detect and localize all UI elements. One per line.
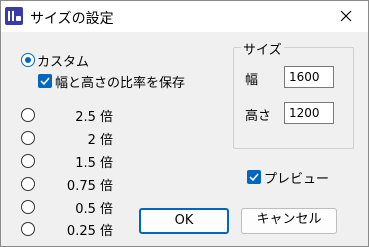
height-label: 高さ <box>245 109 272 124</box>
radio-button[interactable] <box>21 131 35 145</box>
radio-custom-label: カスタム <box>37 54 90 70</box>
scale-label: 2 倍 <box>87 132 113 148</box>
height-input[interactable]: 1200 <box>284 102 334 124</box>
scale-label: 2.5 倍 <box>75 109 113 125</box>
checkmark-icon <box>249 173 259 182</box>
radio-scale-0-25[interactable]: 0.25 倍 <box>21 220 113 239</box>
width-label: 幅 <box>245 73 259 88</box>
title-bar: サイズの設定 <box>1 1 368 32</box>
width-input[interactable]: 1600 <box>284 66 334 88</box>
radio-button[interactable] <box>21 177 35 191</box>
radio-scale-0-5[interactable]: 0.5 倍 <box>21 198 113 217</box>
keep-ratio-label: 幅と高さの比率を保存 <box>55 75 186 91</box>
size-group-box <box>233 47 354 149</box>
ok-button[interactable]: OK <box>139 208 229 234</box>
cancel-button[interactable]: キャンセル <box>241 208 337 234</box>
checkbox-checked[interactable] <box>247 170 261 184</box>
scale-label: 1.5 倍 <box>75 155 113 171</box>
radio-button-selected[interactable] <box>21 53 35 67</box>
dialog-body: カスタム 幅と高さの比率を保存 2.5 倍 2 倍 1.5 倍 0.75 倍 0… <box>1 32 368 246</box>
checkbox-checked[interactable] <box>38 74 52 88</box>
preview-label: プレビュー <box>264 171 330 187</box>
radio-scale-0-75[interactable]: 0.75 倍 <box>21 175 113 194</box>
close-icon <box>340 10 352 22</box>
dialog-title: サイズの設定 <box>30 11 114 27</box>
size-settings-dialog: サイズの設定 カスタム 幅と高さの比率を保存 2.5 倍 2 倍 1.5 倍 0… <box>0 0 369 247</box>
checkbox-preview[interactable]: プレビュー <box>247 168 330 187</box>
close-button[interactable] <box>324 1 368 32</box>
radio-button[interactable] <box>21 200 35 214</box>
radio-button[interactable] <box>21 222 35 236</box>
radio-scale-2[interactable]: 2 倍 <box>21 129 113 148</box>
radio-button[interactable] <box>21 154 35 168</box>
radio-button[interactable] <box>21 108 35 122</box>
radio-custom[interactable]: カスタム <box>21 51 90 70</box>
checkmark-icon <box>40 77 50 86</box>
radio-scale-2-5[interactable]: 2.5 倍 <box>21 106 113 125</box>
checkbox-keep-ratio[interactable]: 幅と高さの比率を保存 <box>38 72 186 91</box>
app-icon <box>5 7 23 25</box>
size-group-title: サイズ <box>241 39 284 58</box>
scale-label: 0.75 倍 <box>66 178 113 194</box>
radio-scale-1-5[interactable]: 1.5 倍 <box>21 152 113 171</box>
scale-label: 0.5 倍 <box>75 201 113 217</box>
scale-label: 0.25 倍 <box>66 223 113 239</box>
